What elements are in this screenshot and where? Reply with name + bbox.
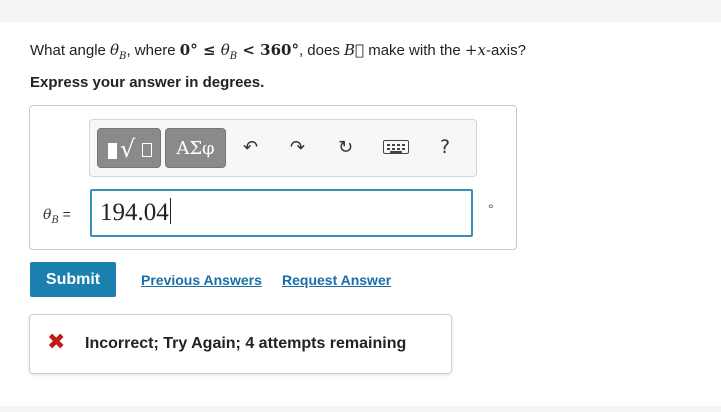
request-answer-link[interactable]: Request Answer (282, 272, 391, 288)
subscript-b: B (51, 214, 59, 226)
text-caret (169, 198, 171, 224)
question-text: What angle θB, where 0° ≤ θB < 360°, doe… (30, 41, 526, 62)
answer-area: √ ΑΣφ ↶ ↷ ↻ ? θB = 194.04 ° (29, 105, 517, 250)
answer-instruction: Express your answer in degrees. (30, 74, 265, 91)
degree-unit: ° (488, 201, 494, 217)
answer-input[interactable]: 194.04 (90, 189, 473, 237)
redo-icon[interactable]: ↷ (290, 138, 305, 158)
undo-icon[interactable]: ↶ (243, 138, 258, 158)
theta-symbol: θB (220, 41, 238, 62)
question-part: make with the (364, 42, 465, 59)
answer-value: 194.04 (100, 199, 169, 226)
sqrt-icon: √ (120, 135, 136, 163)
theta-symbol: θB (110, 41, 127, 62)
equals-sign: = (58, 206, 71, 222)
incorrect-x-icon: ✖ (47, 330, 66, 355)
greek-symbols-button[interactable]: ΑΣφ (165, 128, 226, 168)
axis-symbol: +x (464, 41, 486, 59)
previous-answers-link[interactable]: Previous Answers (141, 272, 262, 288)
feedback-box: ✖ Incorrect; Try Again; 4 attempts remai… (29, 314, 452, 374)
answer-variable-label: θB = (43, 206, 71, 226)
vector-b-symbol: B⃗ (344, 41, 365, 59)
question-part: What angle (30, 42, 111, 59)
greek-symbols-label: ΑΣφ (176, 138, 215, 159)
math-toolbar: √ ΑΣφ ↶ ↷ ↻ ? (89, 119, 477, 177)
problem-panel: What angle θB, where 0° ≤ θB < 360°, doe… (0, 22, 721, 406)
fraction-sqrt-template-icon (108, 143, 117, 159)
keyboard-icon[interactable] (383, 140, 409, 154)
help-button[interactable]: ? (440, 137, 450, 157)
submit-button[interactable]: Submit (30, 262, 116, 297)
question-part: , does (298, 42, 344, 59)
question-part: -axis? (485, 42, 526, 59)
question-part: , where (126, 42, 180, 59)
range-start: 0° ≤ (179, 41, 221, 59)
feedback-message: Incorrect; Try Again; 4 attempts remaini… (85, 335, 407, 352)
range-end: < 360° (237, 41, 299, 59)
radicand-box-icon (142, 143, 152, 157)
templates-button[interactable]: √ (97, 128, 161, 168)
reset-icon[interactable]: ↻ (338, 138, 353, 158)
